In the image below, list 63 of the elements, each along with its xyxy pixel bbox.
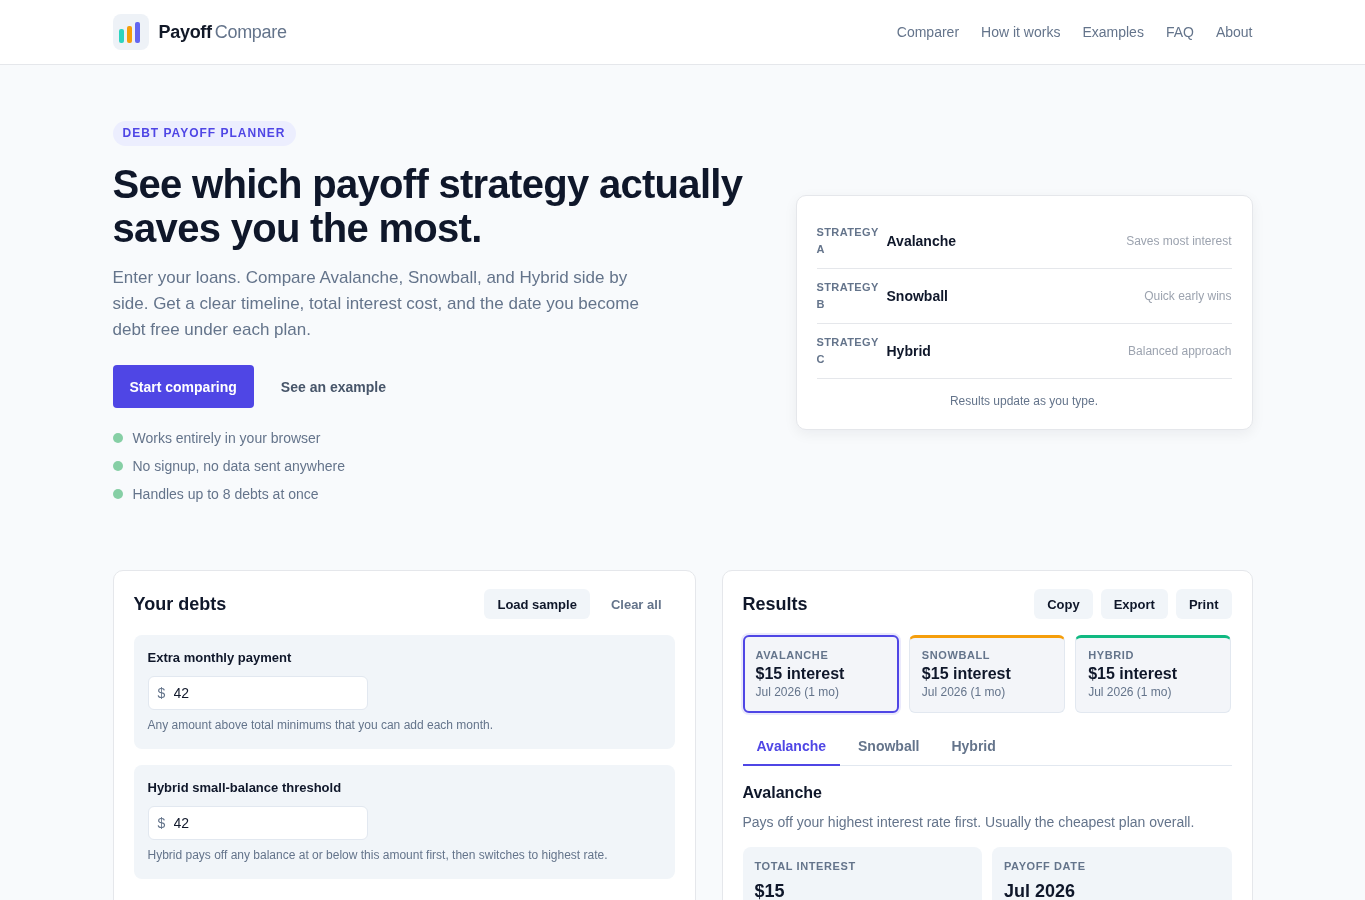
strategy-tab[interactable]: Snowball <box>844 728 934 766</box>
stat-label: TOTAL INTEREST <box>754 859 857 873</box>
field-label: Hybrid small-balance threshold <box>147 779 343 797</box>
nav-link[interactable]: About <box>1215 24 1253 40</box>
detail-title: Avalanche <box>742 783 823 803</box>
hero-description: Enter your loans. Compare Avalanche, Snowball, and Hybrid side by side. Get a clear timeline, total interest cost, and the date you become debt free under each plan. <box>112 267 640 341</box>
update-note: Results update as you type. <box>948 393 1100 409</box>
strategy-note: Quick early wins <box>1144 289 1232 303</box>
bullet-dot-icon <box>112 433 123 443</box>
summary-interest: $15 interest <box>921 664 1012 684</box>
summary-date: Jul 2026 (1 mo) <box>1088 684 1173 700</box>
toolbar-button[interactable]: Export <box>1100 589 1168 619</box>
summary-card[interactable]: SNOWBALL $15 interest Jul 2026 (1 mo) <box>908 635 1066 713</box>
nav-link[interactable]: How it works <box>981 24 1061 40</box>
brand-name-suffix: Compare <box>214 21 287 43</box>
strategy-name: Avalanche <box>886 233 956 249</box>
stat-value: Jul 2026 <box>1004 882 1077 900</box>
strategy-tab[interactable]: Avalanche <box>742 728 840 766</box>
panel-title: Results <box>742 593 808 615</box>
feature-text: Works entirely in your browser <box>132 429 321 448</box>
summary-label: HYBRID <box>1088 648 1135 662</box>
nav-link[interactable]: Examples <box>1082 24 1144 40</box>
text-button[interactable]: Clear all <box>597 589 675 619</box>
action-button[interactable]: Load sample <box>484 589 590 619</box>
summary-label: SNOWBALL <box>921 648 992 662</box>
feature-text: No signup, no data sent anywhere <box>132 457 345 476</box>
currency-prefix: $ <box>157 685 166 701</box>
summary-interest: $15 interest <box>755 664 846 684</box>
summary-card[interactable]: HYBRID $15 interest Jul 2026 (1 mo) <box>1075 635 1232 713</box>
logo-icon <box>112 14 149 50</box>
strategy-name: Snowball <box>886 288 948 304</box>
summary-label: AVALANCHE <box>755 648 830 662</box>
strategy-label: STRATEGY A <box>816 225 880 257</box>
stat-value: $15 <box>754 882 786 900</box>
field-hint: Hybrid pays off any balance at or below this amount first, then switches to highest rate. <box>147 847 609 863</box>
field-label: Extra monthly payment <box>147 649 293 667</box>
brand-name: Payoff <box>158 21 212 43</box>
stat-label: PAYOFF DATE <box>1004 859 1087 873</box>
strategy-label: STRATEGY B <box>816 280 880 312</box>
feature-text: Handles up to 8 debts at once <box>132 485 319 504</box>
summary-interest: $15 interest <box>1088 664 1179 684</box>
bullet-dot-icon <box>112 489 123 499</box>
strategy-label: STRATEGY C <box>816 335 880 367</box>
currency-prefix: $ <box>157 815 166 831</box>
nav-link[interactable]: FAQ <box>1165 24 1194 40</box>
strategy-note: Balanced approach <box>1128 344 1232 358</box>
toolbar-button[interactable]: Copy <box>1034 589 1093 619</box>
summary-date: Jul 2026 (1 mo) <box>755 684 840 700</box>
strategy-name: Hybrid <box>886 343 931 359</box>
primary-button[interactable]: Start comparing <box>112 365 254 408</box>
text-link-button[interactable]: See an example <box>270 365 396 408</box>
strategy-tab[interactable]: Hybrid <box>937 728 1010 766</box>
bullet-dot-icon <box>112 461 123 471</box>
hero-title: See which payoff strategy actually saves you the most. <box>112 162 744 250</box>
field-hint: Any amount above total minimums that you can add each month. <box>147 717 495 733</box>
nav-link[interactable]: Comparer <box>896 24 960 40</box>
summary-date: Jul 2026 (1 mo) <box>921 684 1007 700</box>
detail-description: Pays off your highest interest rate first. Usually the cheapest plan overall. <box>742 813 1196 832</box>
panel-title: Your debts <box>133 593 227 615</box>
strategy-note: Saves most interest <box>1126 234 1232 248</box>
eyebrow-label: DEBT PAYOFF PLANNER <box>112 121 296 146</box>
summary-card[interactable]: AVALANCHE $15 interest Jul 2026 (1 mo) <box>742 635 899 713</box>
toolbar-button[interactable]: Print <box>1175 589 1232 619</box>
